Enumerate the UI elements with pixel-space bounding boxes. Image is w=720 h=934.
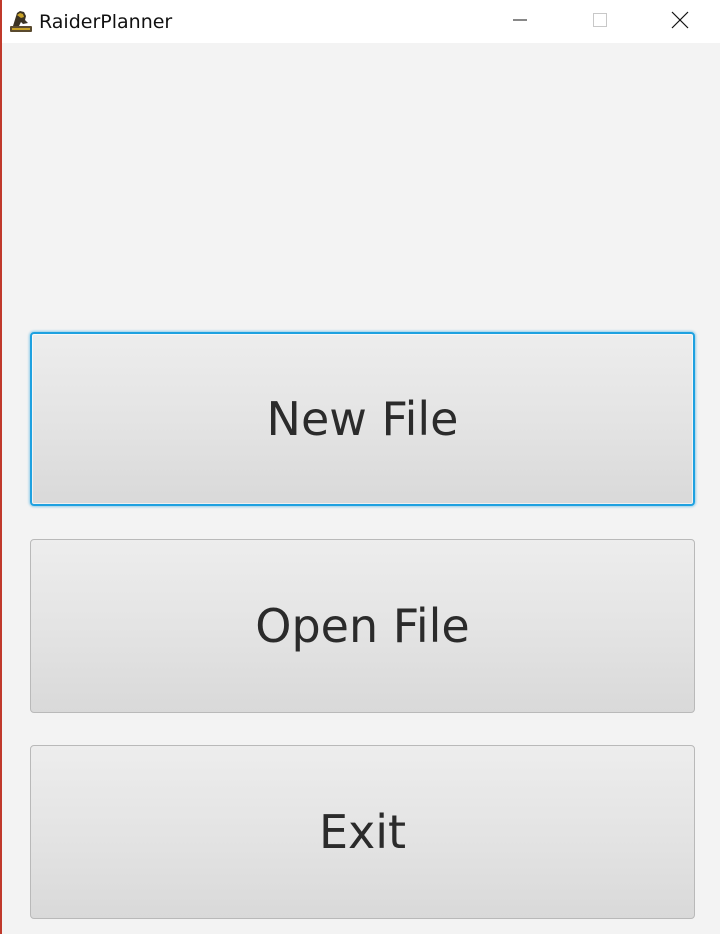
raider-mascot-icon [7,7,35,35]
window-title: RaiderPlanner [39,11,173,33]
exit-label: Exit [318,805,407,859]
new-file-button[interactable]: New File [30,332,695,506]
close-icon [671,11,689,33]
open-file-label: Open File [255,599,470,653]
title-bar[interactable]: RaiderPlanner [2,0,720,43]
minimize-icon [512,12,528,32]
exit-button[interactable]: Exit [30,745,695,919]
close-button[interactable] [640,0,720,43]
maximize-icon [592,12,608,32]
maximize-button[interactable] [560,0,640,43]
app-window: RaiderPlanner New File Open File Exit [0,0,720,934]
new-file-label: New File [266,392,459,446]
minimize-button[interactable] [480,0,560,43]
open-file-button[interactable]: Open File [30,539,695,713]
